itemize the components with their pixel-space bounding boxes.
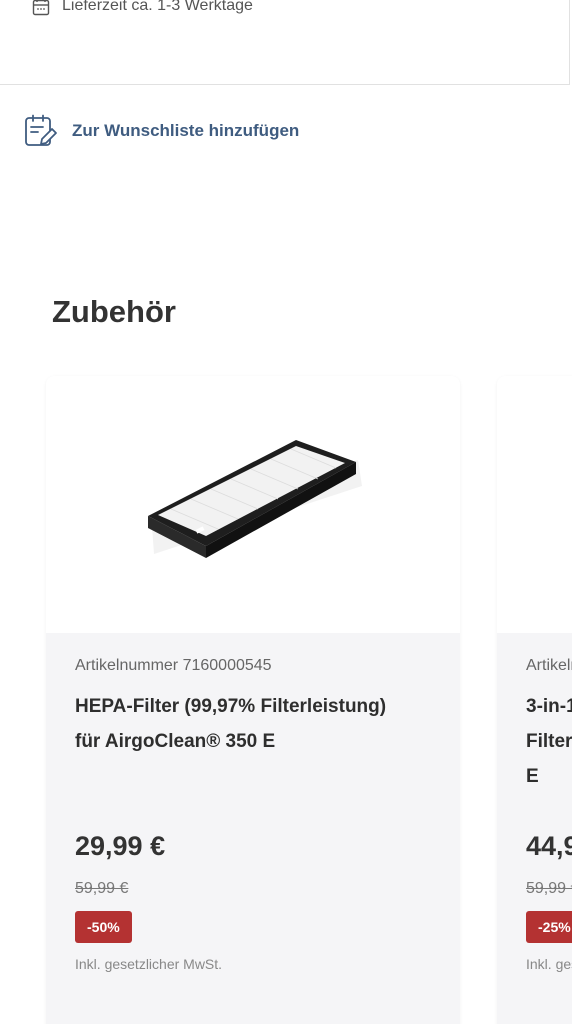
discount-badge: -50% <box>75 911 132 943</box>
section-title-accessories: Zubehör <box>52 294 176 329</box>
product-title-line: Filter <box>526 731 572 752</box>
clipboard-edit-icon <box>25 114 57 146</box>
product-price: 29,99 € <box>75 831 166 861</box>
product-title[interactable]: HEPA-Filter (99,97% Filterleistung) für … <box>75 689 440 759</box>
delivery-info-box: Lieferzeit ca. 1-3 Werktage <box>0 0 570 85</box>
hepa-filter-image <box>148 440 362 558</box>
product-card[interactable]: Artikelnummer 7160000545 HEPA-Filter (99… <box>46 376 460 1024</box>
vat-note: Inkl. gesetzlicher MwSt. <box>75 956 223 972</box>
product-sku: Artikelnummer <box>526 657 572 674</box>
product-info: Artikelnummer 3-in-1 Filter E <box>526 657 572 794</box>
vat-note: Inkl. gesetzlicher MwSt. <box>526 956 572 972</box>
wishlist-label: Zur Wunschliste hinzufügen <box>72 121 300 140</box>
delivery-time-text: Lieferzeit ca. 1-3 Werktage <box>62 0 253 14</box>
add-to-wishlist-link[interactable]: Zur Wunschliste hinzufügen <box>24 114 299 148</box>
product-info: Artikelnummer 7160000545 HEPA-Filter (99… <box>75 657 440 759</box>
product-title-line: HEPA-Filter (99,97% Filterleistung) <box>75 696 387 717</box>
product-card[interactable]: Artikelnummer 3-in-1 Filter E 44,99 € 59… <box>497 376 572 1024</box>
calendar-icon <box>32 0 50 16</box>
product-image[interactable] <box>497 376 572 633</box>
discount-badge: -25% <box>526 911 572 943</box>
product-title-line: für AirgoClean® 350 E <box>75 731 276 752</box>
product-title[interactable]: 3-in-1 Filter E <box>526 689 572 794</box>
product-old-price: 59,99 € <box>526 880 572 897</box>
product-sku: Artikelnummer 7160000545 <box>75 657 272 674</box>
product-old-price: 59,99 € <box>75 880 129 897</box>
product-price: 44,99 € <box>526 831 572 861</box>
delivery-row: Lieferzeit ca. 1-3 Werktage <box>32 0 253 16</box>
product-title-line: 3-in-1 <box>526 696 572 717</box>
product-title-line: E <box>526 766 539 787</box>
page: Lieferzeit ca. 1-3 Werktage Zur Wunschli… <box>0 0 572 1024</box>
product-image[interactable] <box>46 376 460 633</box>
